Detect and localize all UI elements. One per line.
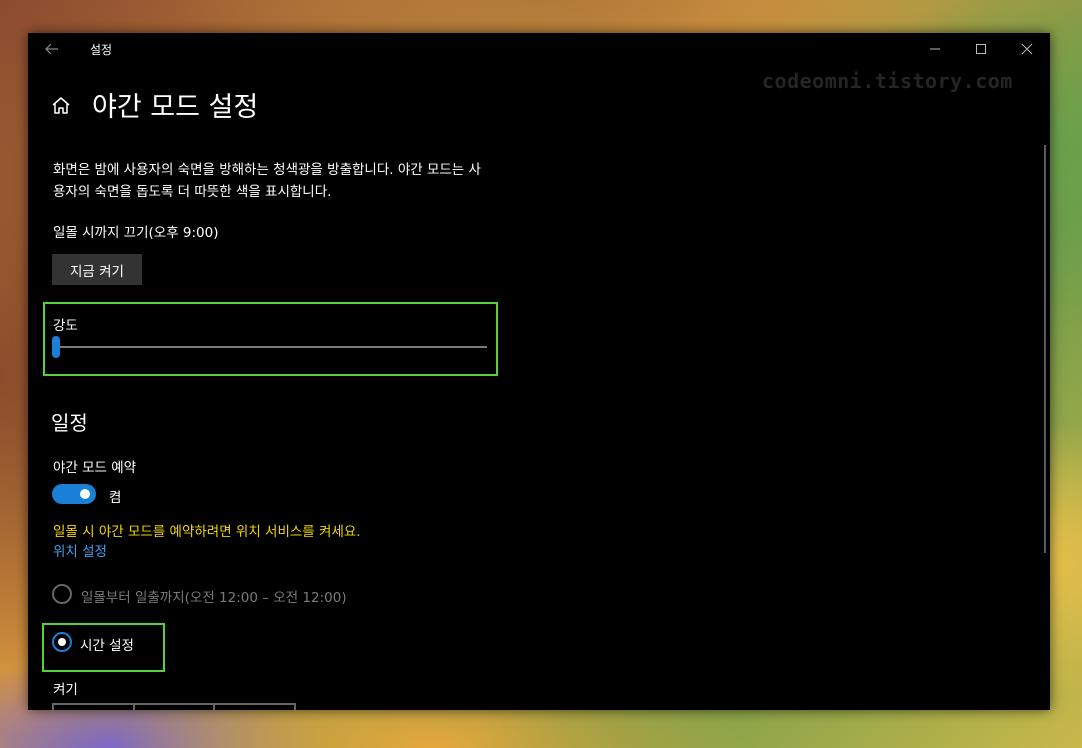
back-button[interactable]: [40, 39, 64, 59]
radio-set-hours-label: 시간 설정: [80, 638, 134, 654]
close-icon: [1021, 43, 1033, 55]
arrow-left-icon: [45, 43, 58, 55]
time-picker-minute[interactable]: [135, 705, 216, 710]
page-title: 야간 모드 설정: [92, 92, 259, 123]
maximize-button[interactable]: [958, 37, 1004, 61]
strength-slider-thumb[interactable]: [52, 336, 60, 358]
scrollbar[interactable]: [1044, 145, 1046, 553]
highlight-box-strength: [43, 302, 498, 376]
close-button[interactable]: [1004, 37, 1050, 61]
schedule-toggle-label: 야간 모드 예약: [53, 460, 137, 476]
strength-label: 강도: [53, 318, 78, 334]
toggle-knob: [80, 489, 90, 499]
home-icon: [52, 97, 70, 114]
toggle-state-text: 켬: [109, 490, 122, 506]
time-picker-hour[interactable]: [54, 705, 135, 710]
radio-sunset-to-sunrise-label: 일몰부터 일출까지(오전 12:00 – 오전 12:00): [81, 590, 347, 606]
settings-window: 설정 codeomni.tistory.com 야간 모드 설정 화면은 밤에 …: [28, 33, 1050, 710]
minimize-icon: [930, 48, 940, 50]
description-text: 화면은 밤에 사용자의 숙면을 방해하는 청색광을 방출합니다. 야간 모드는 …: [53, 162, 481, 200]
watermark-text: codeomni.tistory.com: [762, 69, 1013, 93]
maximize-icon: [976, 44, 986, 54]
title-bar: 설정: [28, 33, 1050, 65]
radio-set-hours[interactable]: [52, 632, 72, 652]
status-text: 일몰 시까지 끄기(오후 9:00): [53, 225, 219, 241]
turn-on-time-label: 켜기: [53, 682, 78, 698]
location-settings-link[interactable]: 위치 설정: [53, 540, 107, 560]
time-picker-ampm[interactable]: [215, 705, 294, 710]
radio-sunset-to-sunrise[interactable]: [52, 584, 72, 604]
turn-on-now-button[interactable]: 지금 켜기: [52, 254, 142, 285]
turn-on-time-picker[interactable]: [52, 703, 296, 710]
home-button[interactable]: [50, 95, 72, 117]
strength-slider-track[interactable]: [56, 346, 487, 348]
schedule-section-title: 일정: [51, 411, 88, 435]
minimize-button[interactable]: [912, 37, 958, 61]
location-warning-text: 일몰 시 야간 모드를 예약하려면 위치 서비스를 켜세요.: [53, 524, 361, 540]
radio-selected-dot: [58, 638, 66, 646]
schedule-toggle[interactable]: [52, 484, 96, 504]
window-title: 설정: [90, 43, 113, 57]
